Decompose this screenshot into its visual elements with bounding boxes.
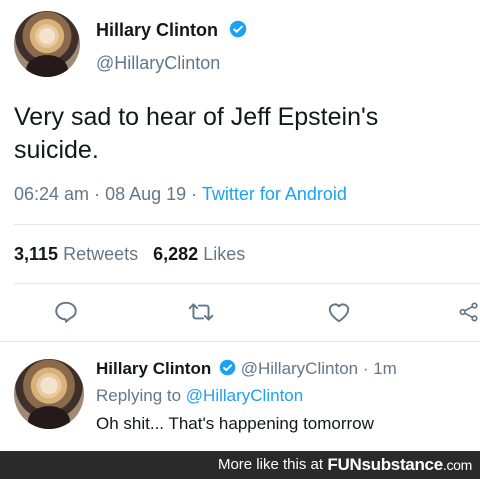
watermark-banner: More like this at FUNsubstance.com <box>0 451 480 479</box>
likes-stat[interactable]: 6,282 Likes <box>153 244 245 264</box>
replying-to: Replying to @HillaryClinton <box>96 385 303 407</box>
brand-suffix: .com <box>442 457 472 473</box>
tweet-date: 08 Aug 19 <box>105 184 187 204</box>
reply-age: · 1m <box>362 359 397 378</box>
replying-prefix: Replying to <box>96 386 182 405</box>
divider <box>14 224 480 225</box>
author-avatar[interactable] <box>14 11 80 77</box>
tweet-stats: 3,115 Retweets 6,282 Likes <box>14 243 245 265</box>
brand-main: FUNsubstance <box>327 455 443 474</box>
meta-separator: · <box>89 184 106 204</box>
tweet-client-link[interactable]: Twitter for Android <box>202 184 347 204</box>
tweet-meta: 06:24 am · 08 Aug 19 · Twitter for Andro… <box>14 183 347 205</box>
author-handle[interactable]: @HillaryClinton <box>96 52 220 74</box>
likes-label: Likes <box>203 244 246 264</box>
divider <box>0 341 480 342</box>
retweet-icon <box>188 303 214 321</box>
reply-text: Oh shit... That's happening tomorrow <box>96 414 374 433</box>
share-button[interactable] <box>458 296 480 328</box>
reply-author-name[interactable]: Hillary Clinton <box>96 359 211 378</box>
tweet-text: Very sad to hear of Jeff Epstein's suici… <box>14 103 379 164</box>
retweets-stat[interactable]: 3,115 Retweets <box>14 244 138 264</box>
reply-header: Hillary Clinton @HillaryClinton · 1m <box>96 358 397 382</box>
tweet-time: 06:24 am <box>14 184 90 204</box>
verified-badge-icon <box>219 359 236 382</box>
author-name[interactable]: Hillary Clinton <box>96 20 218 40</box>
retweet-button[interactable] <box>185 296 217 328</box>
author-name-row[interactable]: Hillary Clinton <box>96 19 247 43</box>
brand-logo[interactable]: FUNsubstance.com <box>327 451 472 479</box>
reply-author-avatar[interactable] <box>14 359 84 429</box>
replying-to-link[interactable]: @HillaryClinton <box>186 386 303 405</box>
share-icon <box>459 302 478 322</box>
like-button[interactable] <box>323 296 355 328</box>
likes-count: 6,282 <box>153 244 199 264</box>
like-icon <box>328 303 350 323</box>
reply-button[interactable] <box>50 296 82 328</box>
more-like-this-text: More like this at <box>217 456 323 473</box>
retweets-count: 3,115 <box>14 244 59 264</box>
reply-icon <box>55 301 77 323</box>
divider <box>14 283 480 284</box>
verified-badge-icon <box>229 20 247 43</box>
retweets-label: Retweets <box>63 244 139 264</box>
reply-author-handle[interactable]: @HillaryClinton <box>241 359 358 378</box>
meta-separator: · <box>186 184 202 204</box>
